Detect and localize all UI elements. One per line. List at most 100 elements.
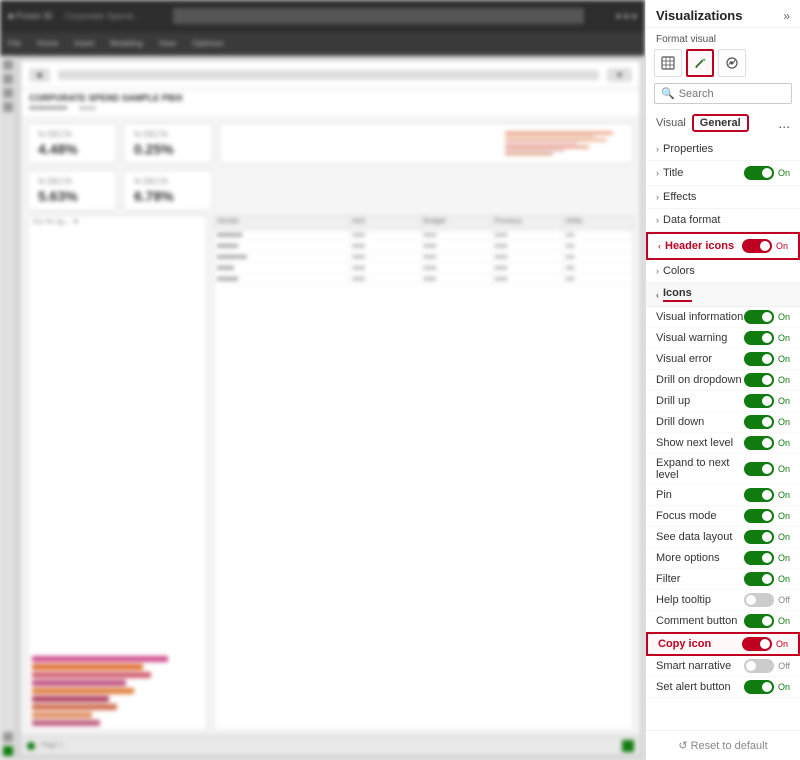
drill-up-toggle[interactable]: On xyxy=(744,394,790,408)
paint-format-btn[interactable] xyxy=(686,49,714,77)
icon-help-tooltip[interactable]: Help tooltip Off xyxy=(646,590,800,611)
icon-focus-mode[interactable]: Focus mode On xyxy=(646,506,800,527)
filter-toggle[interactable]: On xyxy=(744,572,790,586)
status-dot xyxy=(27,742,35,750)
right-chart-area xyxy=(219,123,634,164)
icons-section-header: ‹ Icons xyxy=(646,283,800,307)
properties-section[interactable]: › Properties xyxy=(646,138,800,161)
bottom-bar: Page 1 xyxy=(21,735,640,755)
visual-information-toggle[interactable]: On xyxy=(744,310,790,324)
bar-chart-left: For Po Sp... ▼ xyxy=(27,215,207,731)
search-input[interactable] xyxy=(679,88,785,100)
header-icons-section[interactable]: ‹ Header icons On xyxy=(646,232,800,260)
show-next-level-toggle[interactable]: On xyxy=(744,436,790,450)
properties-label: Properties xyxy=(663,143,713,155)
help-tooltip-toggle[interactable]: Off xyxy=(744,593,790,607)
icon-see-data-layout-label: See data layout xyxy=(656,531,744,543)
file-name: Corporate Spend... xyxy=(64,11,140,21)
dash-title: CORPORATE SPEND SAMPLE PBIX xyxy=(29,93,632,103)
collapse-icon[interactable]: » xyxy=(783,9,790,23)
app-name: ■ Power BI xyxy=(8,11,52,21)
app-topbar: ■ Power BI Corporate Spend... ■ ■ ■ xyxy=(0,0,645,32)
title-label: Title xyxy=(663,167,683,179)
icon-drill-on-dropdown[interactable]: Drill on dropdown On xyxy=(646,370,800,391)
icon-drill-down[interactable]: Drill down On xyxy=(646,412,800,433)
icon-expand-to-next-level[interactable]: Expand to next level On xyxy=(646,454,800,485)
icon-set-alert-button[interactable]: Set alert button On xyxy=(646,677,800,698)
data-format-label: Data format xyxy=(663,214,720,226)
visual-tab-label[interactable]: Visual xyxy=(656,117,686,129)
icon-visual-error-label: Visual error xyxy=(656,353,744,365)
icon-visual-error[interactable]: Visual error On xyxy=(646,349,800,370)
header-icons-toggle[interactable]: On xyxy=(742,239,788,253)
icon-show-next-level[interactable]: Show next level On xyxy=(646,433,800,454)
general-badge[interactable]: General xyxy=(692,114,749,132)
panel-title: Visualizations xyxy=(656,8,742,23)
dash-header-pill2: ▼ xyxy=(607,68,632,82)
icon-comment-button-label: Comment button xyxy=(656,615,744,627)
title-toggle-label: On xyxy=(778,168,790,178)
drill-down-toggle[interactable]: On xyxy=(744,415,790,429)
header-icons-chevron: ‹ xyxy=(658,241,661,251)
icon-copy-icon[interactable]: Copy icon On xyxy=(646,632,800,656)
icon-pin[interactable]: Pin On xyxy=(646,485,800,506)
icon-visual-warning[interactable]: Visual warning On xyxy=(646,328,800,349)
more-options-toggle[interactable]: On xyxy=(744,551,790,565)
panel-header: Visualizations » xyxy=(646,0,800,28)
header-icons-toggle-label: On xyxy=(776,241,788,251)
card-3: % DELTA 5.63% xyxy=(27,170,117,211)
title-section[interactable]: › Title On xyxy=(646,161,800,186)
format-icons-row xyxy=(646,49,800,83)
data-format-section[interactable]: › Data format xyxy=(646,209,800,232)
dashboard-area: ■ Power BI Corporate Spend... ■ ■ ■ File… xyxy=(0,0,645,760)
icon-drill-up[interactable]: Drill up On xyxy=(646,391,800,412)
left-sidebar xyxy=(0,56,16,760)
icon-set-alert-button-label: Set alert button xyxy=(656,681,744,693)
icon-copy-icon-label: Copy icon xyxy=(658,638,742,650)
icons-section-label: Icons xyxy=(663,287,692,302)
properties-chevron: › xyxy=(656,144,659,154)
icon-smart-narrative-label: Smart narrative xyxy=(656,660,744,672)
icon-visual-warning-label: Visual warning xyxy=(656,332,744,344)
panel-scroll-area[interactable]: › Properties › Title On › Effects xyxy=(646,138,800,730)
header-icons-toggle-track xyxy=(742,239,772,253)
drill-on-dropdown-toggle[interactable]: On xyxy=(744,373,790,387)
visual-error-toggle[interactable]: On xyxy=(744,352,790,366)
copy-icon-toggle[interactable]: On xyxy=(742,637,788,651)
set-alert-button-toggle[interactable]: On xyxy=(744,680,790,694)
icon-focus-mode-label: Focus mode xyxy=(656,510,744,522)
title-toggle-track xyxy=(744,166,774,180)
colors-section[interactable]: › Colors xyxy=(646,260,800,283)
pin-toggle[interactable]: On xyxy=(744,488,790,502)
icon-filter[interactable]: Filter On xyxy=(646,569,800,590)
icon-drill-up-label: Drill up xyxy=(656,395,744,407)
icon-see-data-layout[interactable]: See data layout On xyxy=(646,527,800,548)
icon-more-options[interactable]: More options On xyxy=(646,548,800,569)
comment-button-toggle[interactable]: On xyxy=(744,614,790,628)
icon-smart-narrative[interactable]: Smart narrative Off xyxy=(646,656,800,677)
focus-mode-toggle[interactable]: On xyxy=(744,509,790,523)
smart-narrative-toggle[interactable]: Off xyxy=(744,659,790,673)
table-format-btn[interactable] xyxy=(654,49,682,77)
title-toggle[interactable]: On xyxy=(744,166,790,180)
data-format-chevron: › xyxy=(656,215,659,225)
expand-to-next-level-toggle[interactable]: On xyxy=(744,462,790,476)
colors-chevron: › xyxy=(656,266,659,276)
search-box[interactable]: 🔍 xyxy=(654,83,792,104)
icon-help-tooltip-label: Help tooltip xyxy=(656,594,744,606)
dash-header-pill1: ■ xyxy=(29,68,50,82)
effects-section[interactable]: › Effects xyxy=(646,186,800,209)
format-visual-label: Format visual xyxy=(646,28,800,49)
analytics-format-btn[interactable] xyxy=(718,49,746,77)
icon-visual-information-label: Visual information xyxy=(656,311,744,323)
see-data-layout-toggle[interactable]: On xyxy=(744,530,790,544)
icon-drill-on-dropdown-label: Drill on dropdown xyxy=(656,374,744,386)
reset-to-default-btn[interactable]: ↺ Reset to default xyxy=(646,730,800,760)
icon-pin-label: Pin xyxy=(656,489,744,501)
more-options-btn[interactable]: ... xyxy=(778,115,790,131)
icon-comment-button[interactable]: Comment button On xyxy=(646,611,800,632)
visual-warning-toggle[interactable]: On xyxy=(744,331,790,345)
icon-visual-information[interactable]: Visual information On xyxy=(646,307,800,328)
search-icon: 🔍 xyxy=(661,87,675,100)
icon-filter-label: Filter xyxy=(656,573,744,585)
